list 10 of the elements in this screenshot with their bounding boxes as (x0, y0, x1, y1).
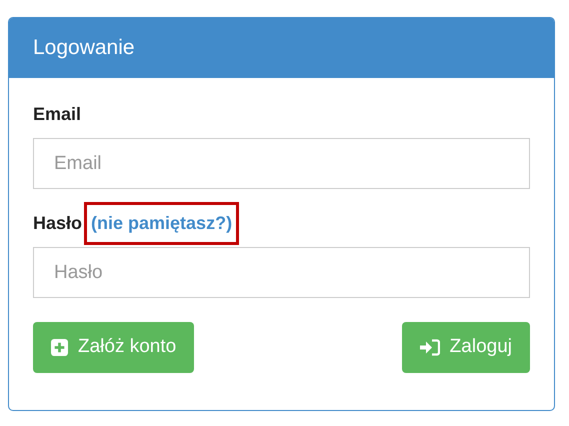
input-field[interactable]: Hasło (33, 247, 530, 298)
sign-in-icon (420, 339, 440, 356)
field-label: Hasło (33, 212, 82, 234)
login-button[interactable]: Zaloguj (402, 322, 530, 373)
register-button[interactable]: Załóż konto (33, 322, 194, 373)
field-label: Email (33, 102, 82, 126)
plus-square-icon (51, 339, 68, 356)
forgot-password-link[interactable]: (nie pamiętasz?) (91, 210, 232, 236)
panel-title: Logowanie (33, 35, 135, 62)
input-field[interactable]: Email (33, 138, 530, 189)
